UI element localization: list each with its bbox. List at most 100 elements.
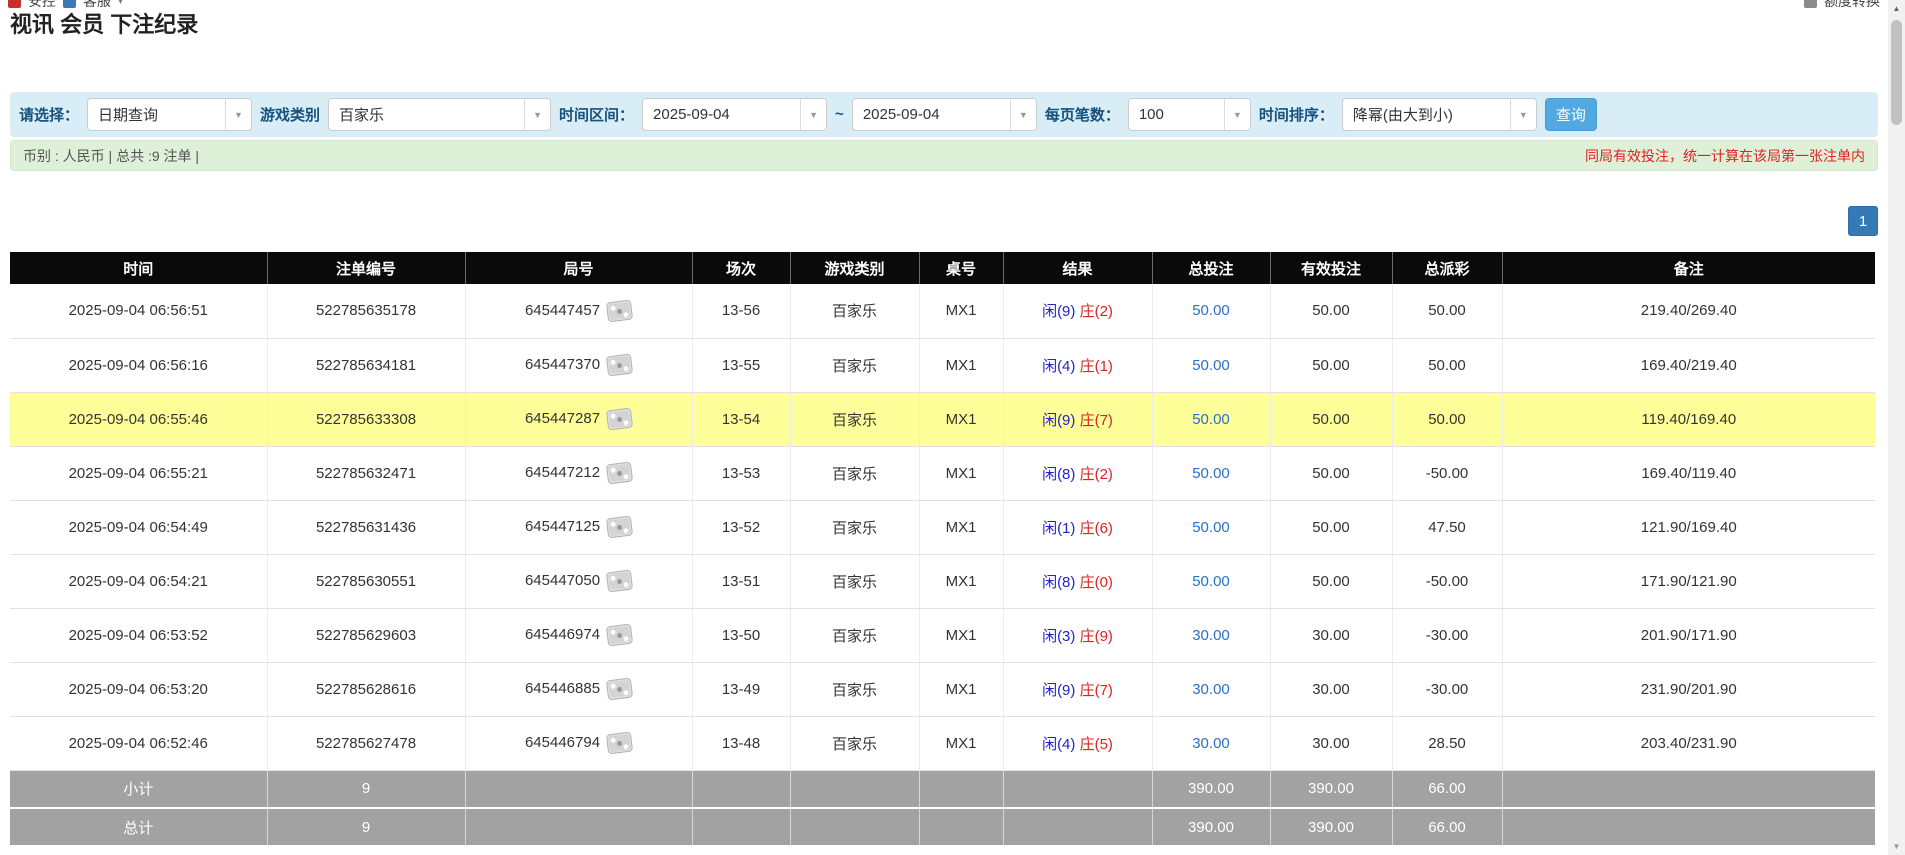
footer-empty-cell	[790, 808, 919, 846]
round-number: 645447125	[525, 518, 600, 535]
topbar-item-right[interactable]: 额度转换	[1824, 0, 1880, 11]
cell-time: 2025-09-04 06:53:52	[10, 608, 267, 662]
top-nav-clipped: 安控 客服 ▾ 额度转换	[0, 0, 1888, 12]
roadmap-icon[interactable]	[606, 462, 633, 485]
total-bet-link[interactable]: 30.00	[1192, 627, 1230, 644]
total-bet-link[interactable]: 30.00	[1192, 681, 1230, 698]
date-to-select[interactable]: 2025-09-04 ▼	[852, 98, 1037, 131]
total-bet-link[interactable]: 50.00	[1192, 573, 1230, 590]
scroll-down-arrow[interactable]: ▼	[1888, 838, 1905, 855]
page-button-1[interactable]: 1	[1848, 206, 1878, 236]
page-size-select[interactable]: 100 ▼	[1128, 98, 1251, 131]
vertical-scrollbar[interactable]: ▲ ▼	[1888, 0, 1905, 855]
total-bet-link[interactable]: 50.00	[1192, 302, 1230, 319]
roadmap-icon[interactable]	[606, 408, 633, 431]
cell-time: 2025-09-04 06:55:21	[10, 446, 267, 500]
scrollbar-thumb[interactable]	[1891, 20, 1902, 125]
cell-table: MX1	[919, 338, 1003, 392]
cell-game-type: 百家乐	[790, 338, 919, 392]
filter-label-game-type: 游戏类别	[260, 104, 320, 125]
cell-table: MX1	[919, 608, 1003, 662]
table-header-row: 时间 注单编号 局号 场次 游戏类别 桌号 结果 总投注 有效投注 总派彩 备注	[10, 252, 1875, 284]
roadmap-icon[interactable]	[606, 516, 633, 539]
roadmap-icon[interactable]	[606, 624, 633, 647]
footer-empty-cell	[465, 808, 692, 846]
cell-valid-bet: 50.00	[1270, 500, 1392, 554]
cell-payout: 47.50	[1392, 500, 1502, 554]
total-bet-link[interactable]: 30.00	[1192, 735, 1230, 752]
table-row: 2025-09-04 06:55:21522785632471645447212…	[10, 446, 1875, 500]
cell-payout: -50.00	[1392, 554, 1502, 608]
cell-round: 645447287	[465, 392, 692, 446]
cell-payout: -30.00	[1392, 662, 1502, 716]
roadmap-icon-dot	[617, 741, 623, 747]
subtotal-valid-bet: 390.00	[1270, 770, 1392, 808]
topbar-item-left-1[interactable]: 客服	[83, 0, 111, 11]
chevron-down-icon: ▼	[1224, 99, 1250, 130]
game-type-select[interactable]: 百家乐 ▼	[328, 98, 551, 131]
service-icon[interactable]	[63, 0, 76, 8]
col-header-game-type: 游戏类别	[790, 252, 919, 284]
roadmap-icon[interactable]	[606, 299, 633, 322]
sort-order-select[interactable]: 降幂(由大到小) ▼	[1342, 98, 1537, 131]
total-row: 总计 9 390.00 390.00 66.00	[10, 808, 1875, 846]
total-bet-link[interactable]: 50.00	[1192, 411, 1230, 428]
cell-session: 13-50	[692, 608, 790, 662]
chevron-down-icon: ▼	[524, 99, 550, 130]
cell-time: 2025-09-04 06:56:51	[10, 284, 267, 338]
cell-game-type: 百家乐	[790, 392, 919, 446]
pagination: 1	[10, 206, 1878, 236]
cell-session: 13-51	[692, 554, 790, 608]
query-type-select[interactable]: 日期查询 ▼	[87, 98, 252, 131]
chevron-down-icon: ▼	[800, 99, 826, 130]
cell-bet-id: 522785631436	[267, 500, 465, 554]
date-from-value: 2025-09-04	[643, 99, 800, 130]
roadmap-icon-dot	[623, 744, 629, 750]
roadmap-icon[interactable]	[606, 570, 633, 593]
cell-remark: 169.40/219.40	[1502, 338, 1875, 392]
footer-empty-cell	[692, 808, 790, 846]
cell-result: 闲(8) 庄(0)	[1003, 554, 1152, 608]
cell-bet-id: 522785634181	[267, 338, 465, 392]
roadmap-icon-dot	[623, 420, 629, 426]
security-icon[interactable]	[8, 0, 21, 8]
cell-bet-id: 522785630551	[267, 554, 465, 608]
cell-session: 13-55	[692, 338, 790, 392]
monitor-icon[interactable]	[1804, 0, 1817, 8]
scroll-up-arrow[interactable]: ▲	[1888, 0, 1905, 17]
chevron-down-icon[interactable]: ▾	[118, 0, 123, 7]
cell-round: 645447125	[465, 500, 692, 554]
cell-game-type: 百家乐	[790, 284, 919, 338]
filter-label-page-size: 每页笔数：	[1045, 104, 1120, 125]
cell-game-type: 百家乐	[790, 554, 919, 608]
col-header-time: 时间	[10, 252, 267, 284]
filter-bar: 请选择： 日期查询 ▼ 游戏类别 百家乐 ▼ 时间区间： 2025-09-04 …	[10, 92, 1878, 137]
player-result: 闲(9)	[1042, 682, 1075, 699]
total-bet-link[interactable]: 50.00	[1192, 519, 1230, 536]
total-bet-link[interactable]: 50.00	[1192, 465, 1230, 482]
chevron-down-icon: ▼	[1510, 99, 1536, 130]
cell-time: 2025-09-04 06:53:20	[10, 662, 267, 716]
total-bet-link[interactable]: 50.00	[1192, 357, 1230, 374]
search-button[interactable]: 查询	[1545, 98, 1597, 131]
roadmap-icon-dot	[610, 575, 616, 581]
roadmap-icon[interactable]	[606, 732, 633, 755]
round-number: 645447370	[525, 356, 600, 373]
roadmap-icon[interactable]	[606, 678, 633, 701]
cell-remark: 169.40/119.40	[1502, 446, 1875, 500]
cell-session: 13-56	[692, 284, 790, 338]
col-header-total-bet: 总投注	[1152, 252, 1270, 284]
date-from-select[interactable]: 2025-09-04 ▼	[642, 98, 827, 131]
cell-remark: 119.40/169.40	[1502, 392, 1875, 446]
roadmap-icon[interactable]	[606, 354, 633, 377]
roadmap-icon-dot	[610, 467, 616, 473]
cell-time: 2025-09-04 06:54:21	[10, 554, 267, 608]
subtotal-label: 小计	[10, 770, 267, 808]
range-separator: ~	[835, 106, 844, 123]
round-number: 645447457	[525, 302, 600, 319]
topbar-item-left-0[interactable]: 安控	[28, 0, 56, 11]
page: 安控 客服 ▾ 额度转换 视讯 会员 下注纪录 请选择： 日期查询 ▼ 游戏类别…	[0, 0, 1888, 847]
cell-round: 645447050	[465, 554, 692, 608]
subtotal-row: 小计 9 390.00 390.00 66.00	[10, 770, 1875, 808]
col-header-payout: 总派彩	[1392, 252, 1502, 284]
